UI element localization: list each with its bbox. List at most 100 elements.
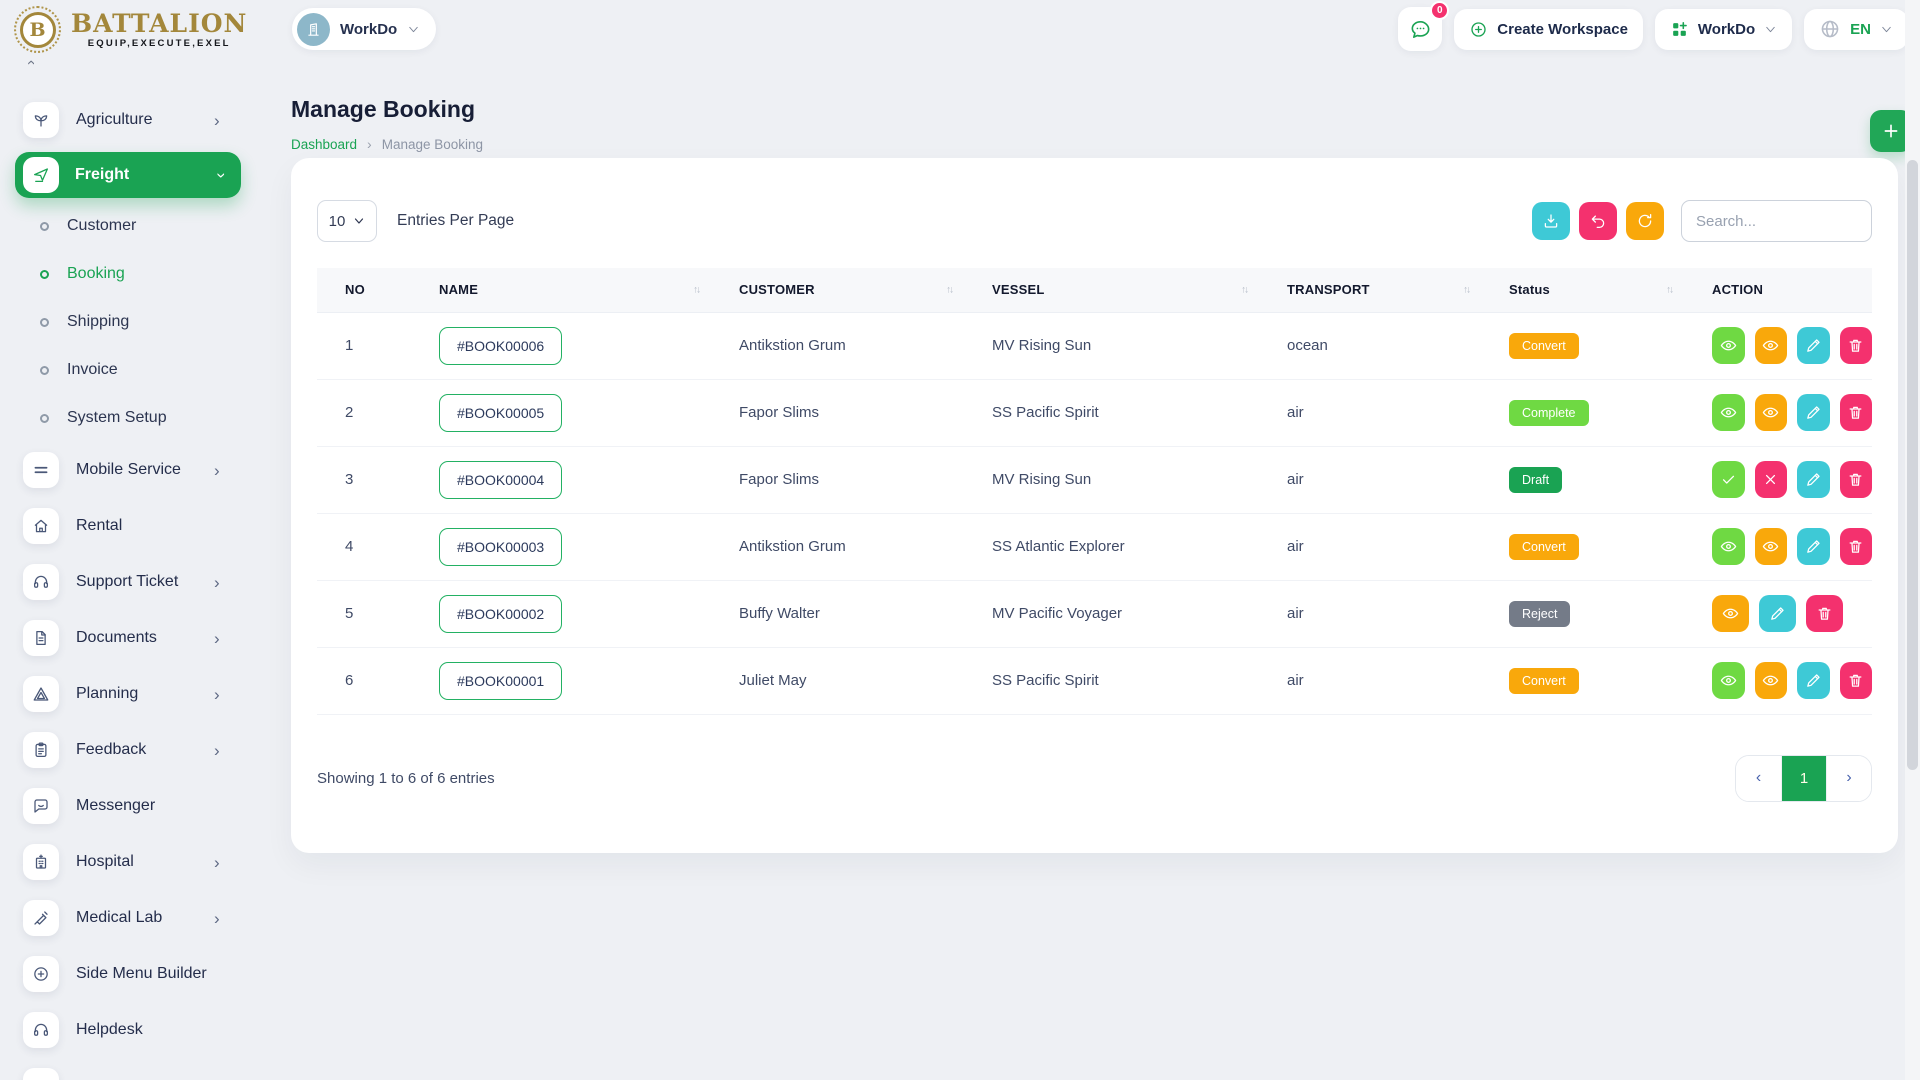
icon-box [23,620,59,656]
cell-vessel: MV Rising Sun [960,312,1255,379]
refresh-button[interactable] [1626,202,1664,240]
view-button[interactable] [1755,528,1788,565]
view-button[interactable] [1755,662,1788,699]
breadcrumb-dashboard-link[interactable]: Dashboard [291,137,357,152]
sidebar-subitem-invoice[interactable]: Invoice [0,346,290,394]
booking-name-button[interactable]: #BOOK00004 [439,461,562,499]
brand-name: BATTALION [71,11,247,36]
sidebar-item-label: Rental [76,517,122,535]
chevron-down-icon [1880,23,1893,36]
edit-button[interactable] [1797,461,1830,498]
sidebar-item-mobile-service[interactable]: Mobile Service› [0,442,290,498]
chat-button[interactable]: 0 [1398,7,1442,51]
booking-name-button[interactable]: #BOOK00001 [439,662,562,700]
view-button[interactable] [1712,662,1745,699]
booking-name-button[interactable]: #BOOK00003 [439,528,562,566]
sidebar-item-agriculture[interactable]: Agriculture› [0,92,290,148]
workdo-menu-button[interactable]: WorkDo [1655,9,1792,50]
eye-icon [1720,404,1737,421]
booking-name-button[interactable]: #BOOK00005 [439,394,562,432]
trash-icon [1847,538,1864,555]
sidebar-item-side-menu-builder[interactable]: Side Menu Builder [0,946,290,1002]
sort-icon[interactable]: ↑↓ [946,284,952,295]
sidebar-item-planning[interactable]: Planning› [0,666,290,722]
cell-vessel: MV Pacific Voyager [960,580,1255,647]
page-scrollbar [1905,0,1920,1080]
sidebar-item-medical-lab[interactable]: Medical Lab› [0,890,290,946]
sidebar-subitem-customer[interactable]: Customer [0,202,290,250]
view-button[interactable] [1755,327,1788,364]
edit-button[interactable] [1797,394,1830,431]
create-workspace-button[interactable]: Create Workspace [1454,9,1643,50]
booking-name-button[interactable]: #BOOK00006 [439,327,562,365]
pagination-page-1[interactable]: 1 [1781,756,1826,801]
booking-name-button[interactable]: #BOOK00002 [439,595,562,633]
sidebar-item-rental[interactable]: Rental [0,498,290,554]
pagination-prev[interactable]: ‹ [1736,756,1781,801]
search-input[interactable] [1681,200,1872,242]
column-header-name[interactable]: NAME ↑↓ [407,268,707,312]
view-button[interactable] [1712,595,1749,632]
pencil-icon [1769,605,1786,622]
sort-icon[interactable]: ↑↓ [1463,284,1469,295]
action-buttons [1712,394,1872,431]
sidebar-item-helpdesk[interactable]: Helpdesk [0,1002,290,1058]
brand-logo: B BATTALION EQUIP,EXECUTE,EXEL [14,6,247,53]
pagination-next[interactable]: › [1826,756,1871,801]
sidebar-item-support-ticket[interactable]: Support Ticket› [0,554,290,610]
delete-button[interactable] [1840,394,1873,431]
edit-button[interactable] [1797,327,1830,364]
delete-button[interactable] [1806,595,1843,632]
sidebar-subitem-system-setup[interactable]: System Setup [0,394,290,442]
column-header-transport[interactable]: TRANSPORT↑↓ [1255,268,1477,312]
sidebar-item-messenger[interactable]: Messenger [0,778,290,834]
sidebar-item-label: Helpdesk [76,1021,143,1039]
sort-icon[interactable]: ↑↓ [1666,284,1672,295]
action-buttons [1712,327,1872,364]
sidebar-item-freight[interactable]: Freight› [0,148,290,202]
column-header-label: ACTION [1712,282,1763,297]
workspace-switcher[interactable]: WorkDo [292,8,436,50]
cell-vessel: SS Pacific Spirit [960,647,1255,714]
sort-icon[interactable]: ↑↓ [693,284,699,295]
sidebar-item-documents[interactable]: Documents› [0,610,290,666]
sort-icon[interactable]: ↑↓ [1241,284,1247,295]
sidebar-item-feedback[interactable]: Feedback› [0,722,290,778]
icon-box [23,900,59,936]
column-header-vessel[interactable]: VESSEL↑↓ [960,268,1255,312]
view-button[interactable] [1755,394,1788,431]
reject-button[interactable] [1755,461,1788,498]
delete-button[interactable] [1840,528,1873,565]
workspace-label: WorkDo [340,21,397,38]
column-header-label: CUSTOMER [739,282,815,297]
planning-icon [32,685,50,703]
language-button[interactable]: EN [1804,9,1908,50]
column-header-customer[interactable]: CUSTOMER ↑↓ [707,268,960,312]
entries-per-page-select[interactable]: 10 [317,200,377,242]
view-button[interactable] [1712,327,1745,364]
edit-button[interactable] [1797,528,1830,565]
delete-button[interactable] [1840,662,1873,699]
approve-button[interactable] [1712,461,1745,498]
edit-button[interactable] [1797,662,1830,699]
column-header-status[interactable]: Status↑↓ [1477,268,1680,312]
status-badge: Convert [1509,534,1579,560]
delete-button[interactable] [1840,461,1873,498]
scrollbar-thumb[interactable] [1907,160,1918,770]
view-button[interactable] [1712,528,1745,565]
sidebar-item-hospital[interactable]: Hospital› [0,834,290,890]
table-row: 6#BOOK00001Juliet MaySS Pacific Spiritai… [317,647,1872,714]
undo-button[interactable] [1579,202,1617,240]
column-header-label: NAME [439,282,478,297]
delete-button[interactable] [1840,327,1873,364]
bullet-icon [40,222,49,231]
cell-vessel: SS Atlantic Explorer [960,513,1255,580]
sidebar-subitem-booking[interactable]: Booking [0,250,290,298]
chevron-right-icon: › [214,630,220,647]
view-button[interactable] [1712,394,1745,431]
language-label: EN [1850,21,1871,38]
edit-button[interactable] [1759,595,1796,632]
export-button[interactable] [1532,202,1570,240]
cell-no: 3 [317,446,407,513]
sidebar-subitem-shipping[interactable]: Shipping [0,298,290,346]
